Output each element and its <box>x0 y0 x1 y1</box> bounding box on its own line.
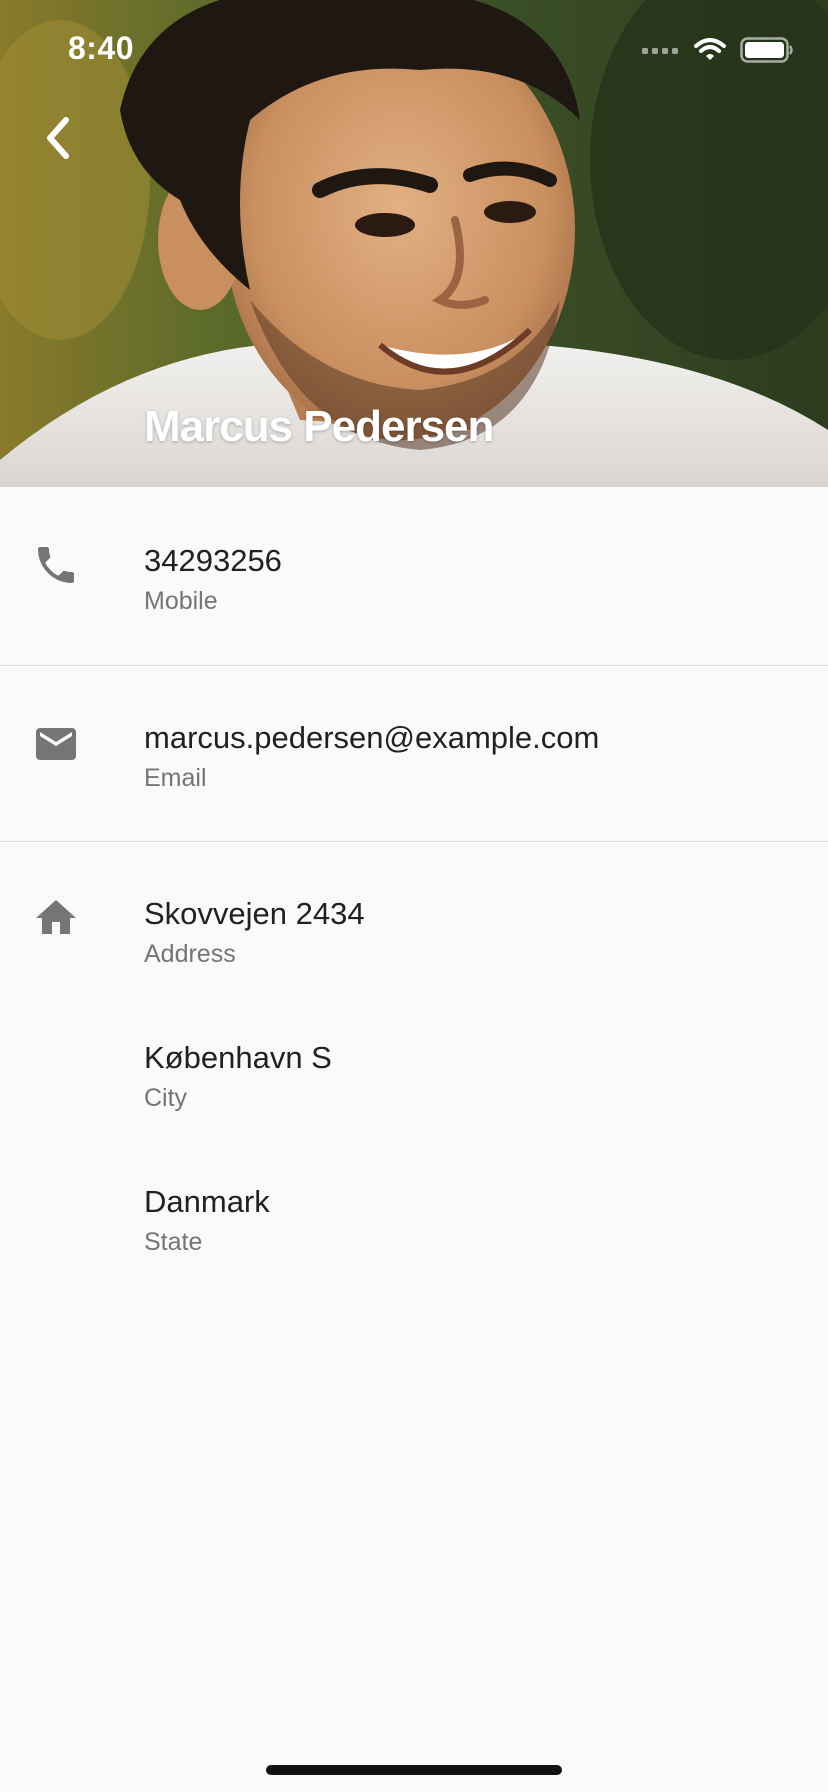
home-icon <box>36 900 76 934</box>
address-state-row[interactable]: Danmark State <box>0 1130 828 1274</box>
address-city-label: City <box>144 1084 188 1112</box>
contact-name: Marcus Pedersen <box>144 402 494 451</box>
phone-row[interactable]: 34293256 Mobile <box>0 487 828 665</box>
phone-label: Mobile <box>144 587 218 615</box>
contact-details: 34293256 Mobile marcus.pedersen@example.… <box>0 487 828 1274</box>
email-row[interactable]: marcus.pedersen@example.com Email <box>0 666 828 841</box>
address-street-row[interactable]: Skovvejen 2434 Address <box>0 842 828 986</box>
address-state: Danmark <box>144 1184 270 1219</box>
chevron-left-icon <box>47 117 69 159</box>
status-icons <box>642 36 794 64</box>
address-state-label: State <box>144 1228 203 1256</box>
address-street: Skovvejen 2434 <box>144 896 365 931</box>
profile-header: 8:40 Marcus Pedersen <box>0 0 828 487</box>
battery-icon <box>740 37 793 63</box>
home-indicator[interactable] <box>266 1765 562 1775</box>
status-bar: 8:40 <box>0 0 828 100</box>
wifi-icon <box>694 38 726 60</box>
email-address: marcus.pedersen@example.com <box>144 720 600 755</box>
email-label: Email <box>144 764 207 792</box>
back-button[interactable] <box>30 110 86 166</box>
phone-number: 34293256 <box>144 543 282 578</box>
email-section: marcus.pedersen@example.com Email <box>0 666 828 842</box>
cellular-signal-icon <box>642 48 678 54</box>
address-city-row[interactable]: København S City <box>0 986 828 1130</box>
address-section: Skovvejen 2434 Address København S City … <box>0 842 828 1274</box>
phone-icon <box>38 547 74 583</box>
address-street-label: Address <box>144 940 236 968</box>
phone-section: 34293256 Mobile <box>0 487 828 666</box>
address-city: København S <box>144 1040 332 1075</box>
status-time: 8:40 <box>68 30 135 66</box>
email-icon <box>36 728 76 760</box>
